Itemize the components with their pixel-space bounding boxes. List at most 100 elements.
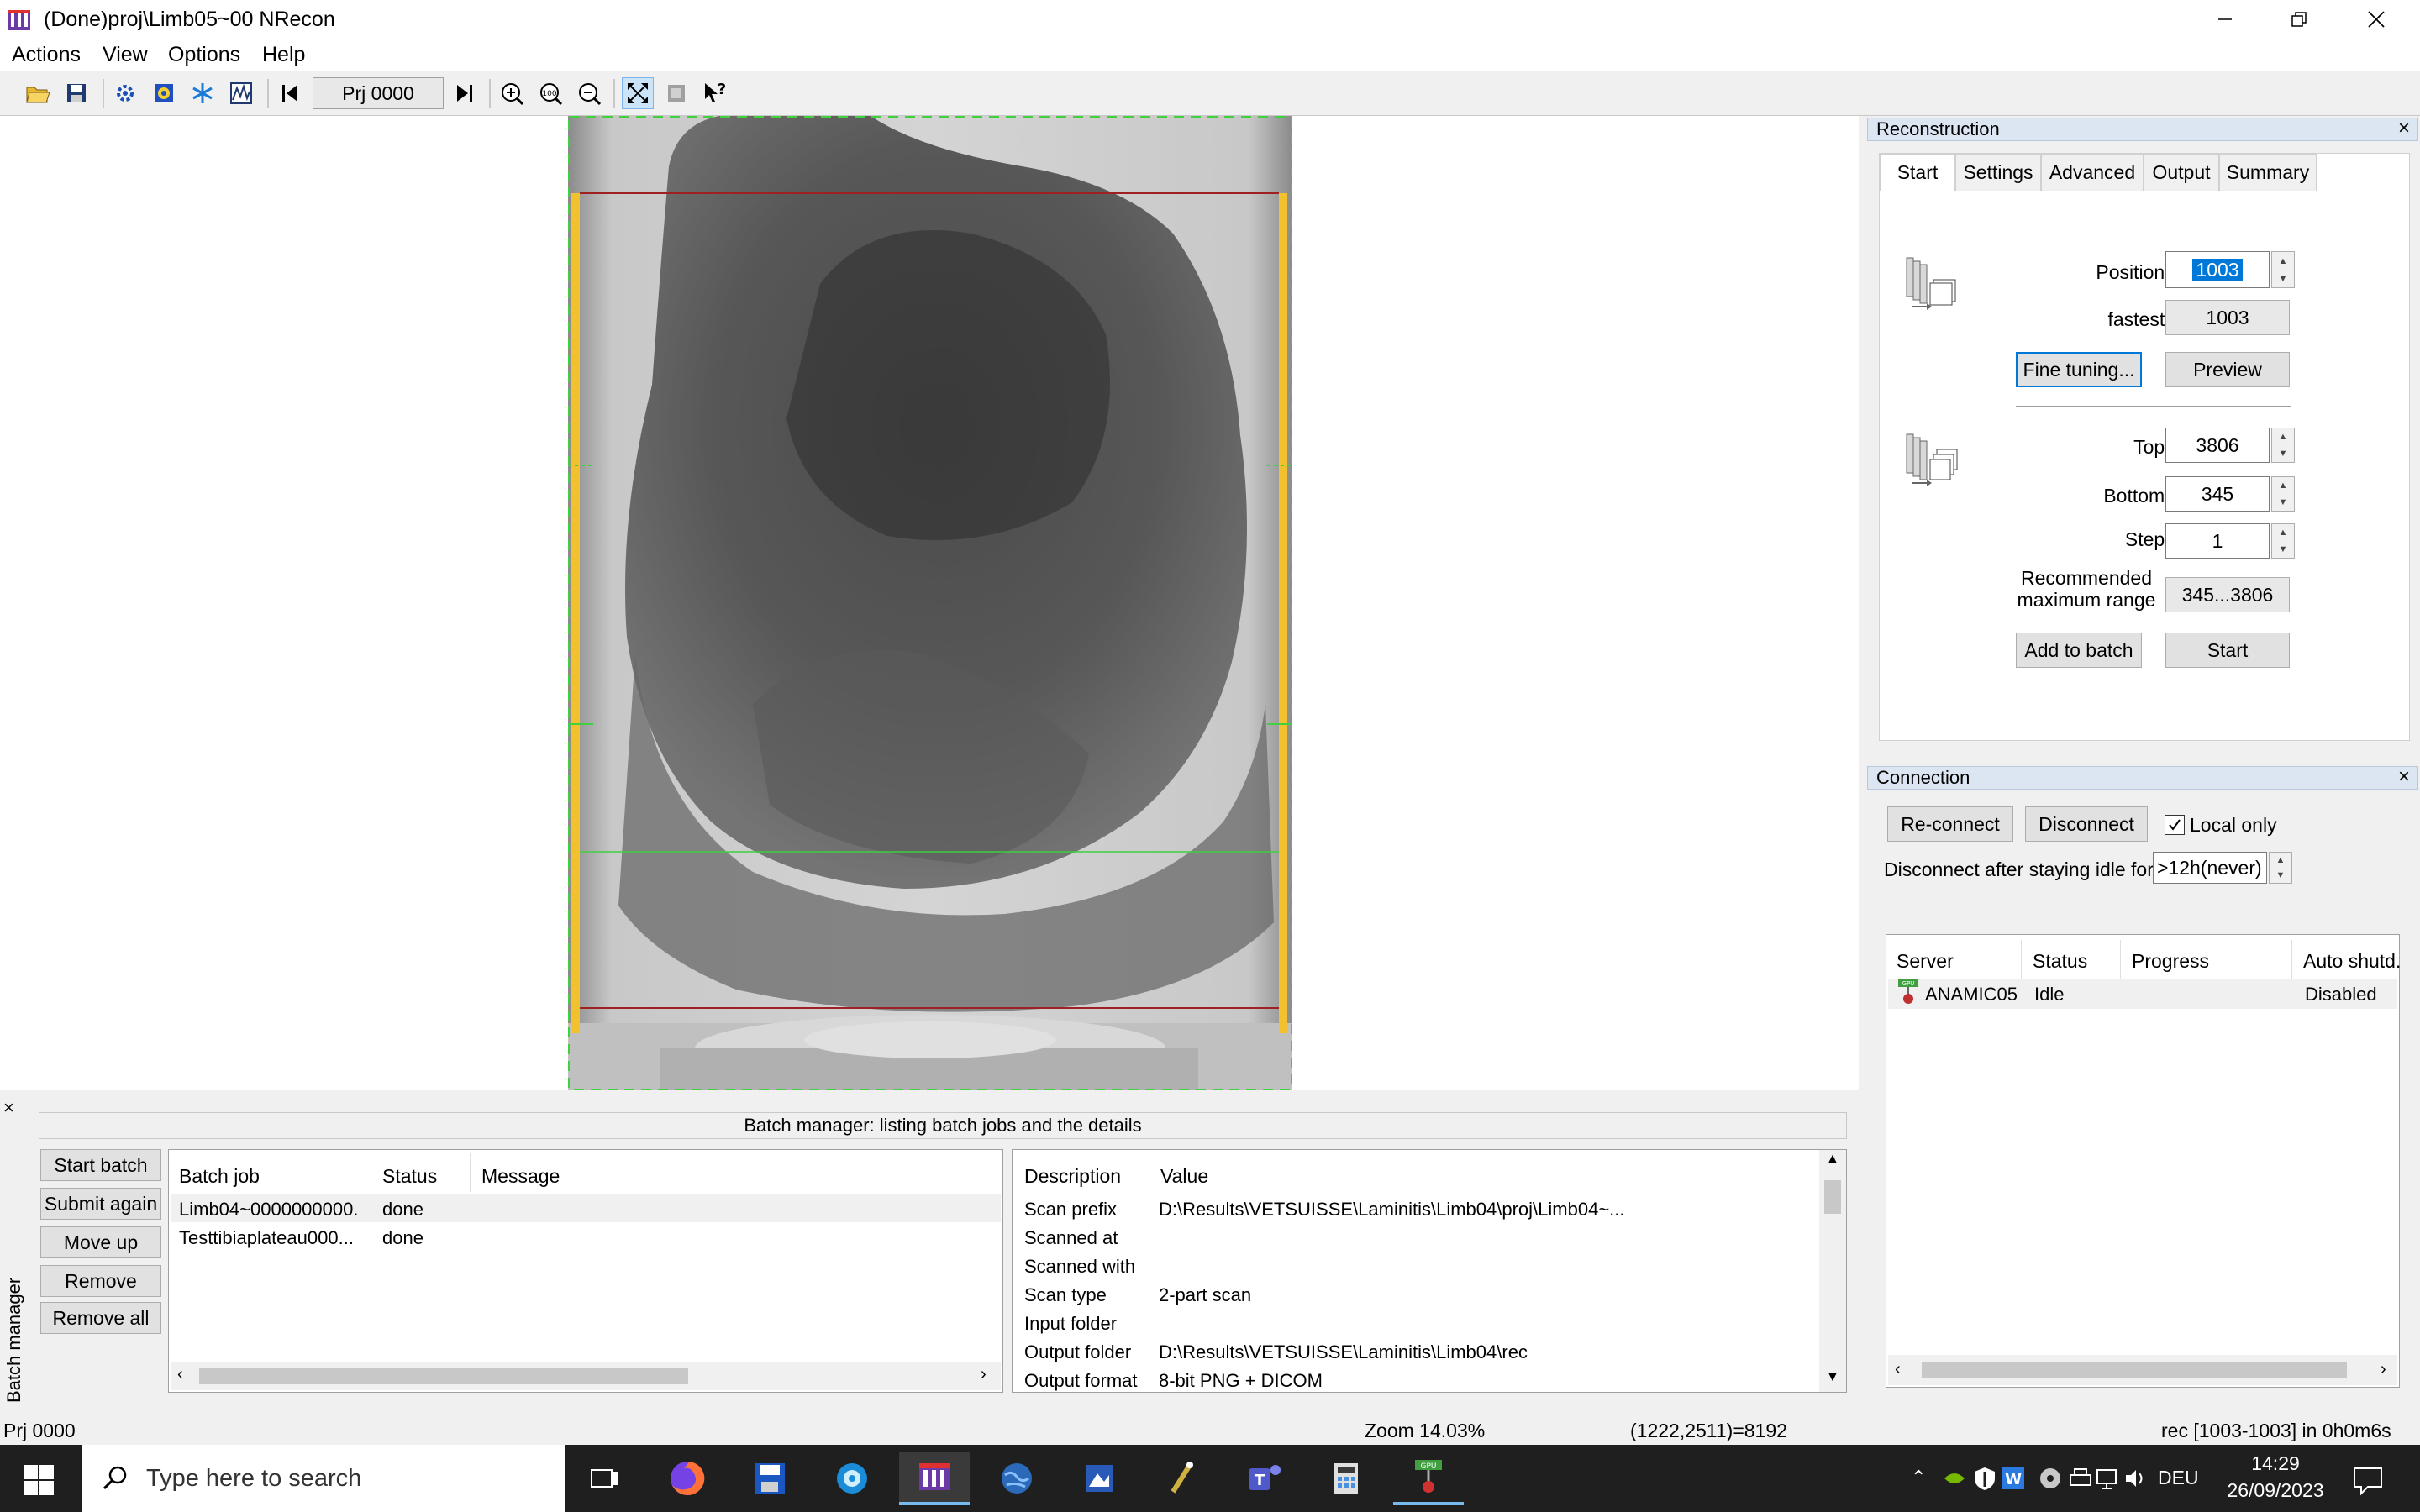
network-tray-icon[interactable] — [2094, 1465, 2121, 1492]
submit-again-button[interactable]: Submit again — [40, 1188, 161, 1220]
jobs-scrollbar[interactable]: ‹ › — [171, 1362, 1001, 1390]
xray-projection-image[interactable] — [568, 116, 1292, 1090]
tab-advanced[interactable]: Advanced — [2041, 154, 2144, 191]
taskbar-search-box[interactable]: Type here to search — [82, 1445, 565, 1512]
settings-gear-icon[interactable] — [109, 77, 141, 109]
open-folder-icon[interactable] — [22, 77, 54, 109]
top-stepper[interactable]: ▲ ▼ — [2271, 428, 2295, 463]
col-value[interactable]: Value — [1160, 1165, 1208, 1188]
table-row[interactable]: Testtibiaplateau000... done — [171, 1222, 1001, 1251]
save-app-icon[interactable] — [734, 1452, 805, 1505]
tray-chevron-icon[interactable]: ⌃ — [1911, 1467, 1926, 1488]
idle-timeout-stepper[interactable]: ▲ ▼ — [2269, 852, 2292, 884]
snowflake-icon[interactable] — [187, 77, 218, 109]
input-language[interactable]: DEU — [2158, 1467, 2199, 1489]
local-only-checkbox[interactable] — [2165, 815, 2185, 835]
nvidia-tray-icon[interactable] — [1941, 1465, 1968, 1492]
step-stepper[interactable]: ▲ ▼ — [2271, 523, 2295, 559]
reconstruction-close-icon[interactable]: × — [2398, 118, 2410, 139]
menu-view[interactable]: View — [103, 43, 148, 67]
volume-tray-icon[interactable] — [2123, 1465, 2149, 1492]
bottom-stepper[interactable]: ▲ ▼ — [2271, 476, 2295, 512]
preview-button[interactable]: Preview — [2165, 352, 2290, 387]
idle-timeout-input[interactable]: >12h(never) — [2153, 852, 2267, 884]
col-description[interactable]: Description — [1024, 1165, 1121, 1188]
details-scrollbar[interactable]: ▲ ▼ — [1819, 1150, 1846, 1392]
menu-help[interactable]: Help — [262, 43, 305, 67]
pen-app-icon[interactable] — [1146, 1452, 1217, 1505]
globe-app-icon[interactable] — [981, 1452, 1052, 1505]
teams-icon[interactable]: T — [1228, 1452, 1299, 1505]
position-input[interactable]: 1003 — [2165, 251, 2270, 288]
scroll-thumb[interactable] — [1922, 1362, 2347, 1378]
clock[interactable]: 14:29 26/09/2023 — [2225, 1450, 2326, 1504]
histogram-icon[interactable] — [225, 77, 257, 109]
col-status[interactable]: Status — [2033, 950, 2087, 973]
col-auto-shutdown[interactable]: Auto shutd. — [2303, 950, 2401, 973]
last-projection-icon[interactable] — [449, 77, 481, 109]
table-row[interactable]: Limb04~0000000000. done — [171, 1194, 1001, 1222]
projection-number-field[interactable]: Prj 0000 — [313, 77, 444, 109]
zoom-in-icon[interactable] — [496, 77, 528, 109]
col-job-status[interactable]: Status — [382, 1165, 437, 1188]
scroll-up-icon[interactable]: ▲ — [1826, 1152, 1839, 1167]
actual-size-icon[interactable] — [660, 77, 692, 109]
start-button[interactable]: Start — [2165, 633, 2290, 668]
notifications-icon[interactable] — [2351, 1463, 2385, 1497]
start-batch-button[interactable]: Start batch — [40, 1149, 161, 1181]
remove-button[interactable]: Remove — [40, 1265, 161, 1297]
restore-button[interactable] — [2262, 0, 2336, 39]
scroll-left-icon[interactable]: ‹ — [177, 1365, 183, 1384]
disconnect-button[interactable]: Disconnect — [2025, 806, 2148, 842]
move-up-button[interactable]: Move up — [40, 1226, 161, 1258]
step-input[interactable]: 1 — [2165, 523, 2270, 559]
windows-start-icon[interactable] — [22, 1463, 55, 1497]
context-help-icon[interactable]: ? — [699, 77, 731, 109]
gpu-server-icon[interactable]: GPU — [1393, 1452, 1464, 1505]
printer-tray-icon[interactable] — [2067, 1465, 2094, 1492]
viewer-app-icon[interactable] — [1064, 1452, 1134, 1505]
minimize-button[interactable] — [2188, 0, 2262, 39]
menu-actions[interactable]: Actions — [12, 43, 81, 67]
top-input[interactable]: 3806 — [2165, 428, 2270, 463]
nrecon-app-icon[interactable] — [7, 7, 32, 32]
scroll-right-icon[interactable]: › — [981, 1365, 986, 1384]
table-row[interactable]: GPU ANAMIC05 Idle Disabled — [1888, 979, 2397, 1009]
fit-to-window-icon[interactable] — [622, 77, 654, 109]
disc-tray-icon[interactable] — [2037, 1465, 2064, 1492]
col-server[interactable]: Server — [1897, 950, 1954, 973]
scroll-down-icon[interactable]: ▼ — [1826, 1370, 1839, 1385]
scroll-thumb[interactable] — [199, 1368, 688, 1384]
tab-output[interactable]: Output — [2144, 154, 2219, 191]
tab-settings[interactable]: Settings — [1955, 154, 2041, 191]
firefox-icon[interactable] — [652, 1452, 723, 1505]
batch-close-icon[interactable]: × — [3, 1097, 14, 1119]
save-icon[interactable] — [60, 77, 92, 109]
remove-all-button[interactable]: Remove all — [40, 1302, 161, 1334]
col-progress[interactable]: Progress — [2132, 950, 2209, 973]
tab-summary[interactable]: Summary — [2219, 154, 2317, 191]
calculator-icon[interactable] — [1311, 1452, 1381, 1505]
position-stepper[interactable]: ▲ ▼ — [2271, 251, 2295, 288]
reconstruct-icon[interactable] — [148, 77, 180, 109]
fine-tuning-button[interactable]: Fine tuning... — [2016, 352, 2142, 387]
security-tray-icon[interactable] — [1971, 1465, 1998, 1492]
zoom-100-icon[interactable]: 100 — [534, 77, 566, 109]
scanner-app-icon[interactable] — [817, 1452, 887, 1505]
tab-start[interactable]: Start — [1880, 154, 1955, 191]
w-tray-icon[interactable]: W — [2000, 1465, 2027, 1492]
col-batch-job[interactable]: Batch job — [179, 1165, 260, 1188]
connection-close-icon[interactable]: × — [2398, 766, 2410, 788]
first-projection-icon[interactable] — [274, 77, 306, 109]
menu-options[interactable]: Options — [168, 43, 240, 67]
close-window-button[interactable] — [2339, 0, 2413, 39]
projection-view[interactable] — [0, 116, 1859, 1090]
nrecon-taskbar-icon[interactable] — [899, 1452, 970, 1505]
scroll-right-icon[interactable]: › — [2381, 1360, 2386, 1379]
add-to-batch-button[interactable]: Add to batch — [2016, 633, 2142, 668]
zoom-out-icon[interactable] — [573, 77, 605, 109]
col-job-message[interactable]: Message — [481, 1165, 560, 1188]
task-view-icon[interactable] — [570, 1452, 640, 1505]
scroll-left-icon[interactable]: ‹ — [1895, 1360, 1901, 1379]
scroll-thumb[interactable] — [1824, 1180, 1841, 1214]
